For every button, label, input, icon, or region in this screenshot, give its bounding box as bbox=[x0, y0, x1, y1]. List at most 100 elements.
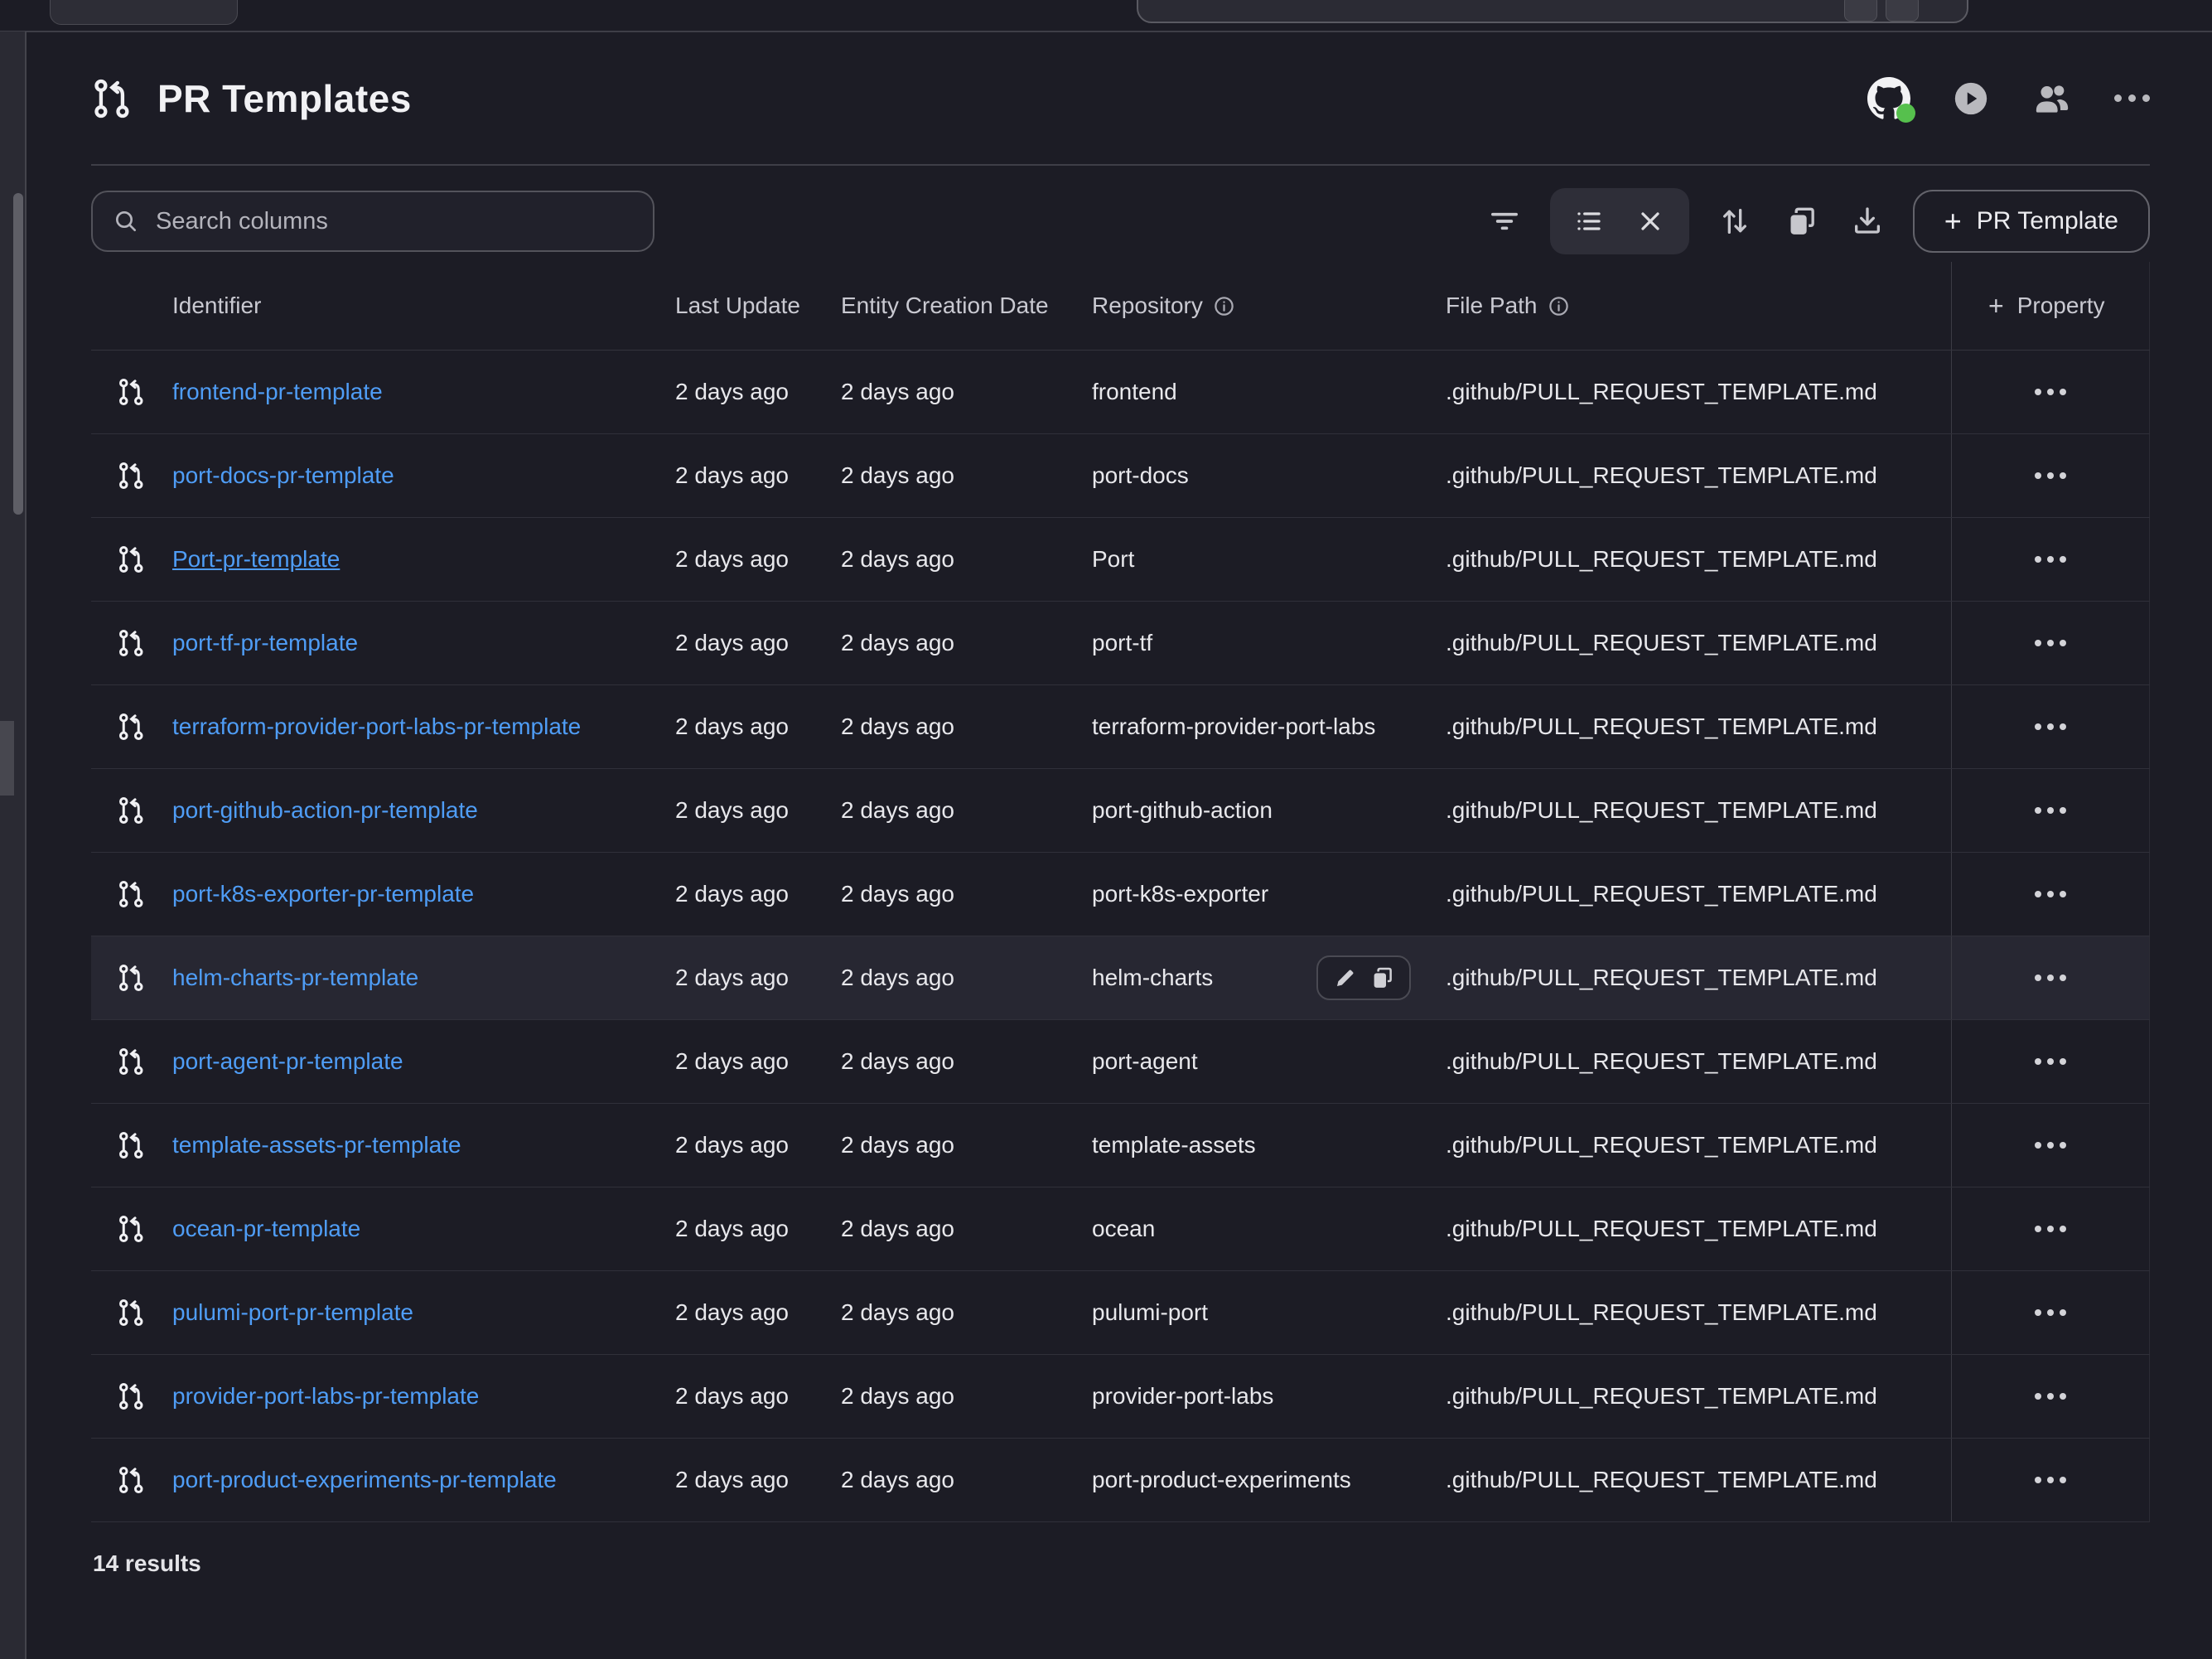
identifier-link[interactable]: port-tf-pr-template bbox=[172, 630, 358, 655]
top-tab[interactable] bbox=[50, 0, 238, 25]
filter-button[interactable] bbox=[1484, 201, 1525, 242]
collapsed-panel-handle[interactable] bbox=[0, 721, 14, 796]
column-header-last-update[interactable]: Last Update bbox=[675, 293, 841, 319]
search-columns-input[interactable] bbox=[154, 207, 633, 236]
column-header-file-path[interactable]: File Path bbox=[1446, 293, 1951, 319]
table-row[interactable]: helm-charts-pr-template 2 days ago 2 day… bbox=[91, 936, 2150, 1020]
scrollbar-thumb[interactable] bbox=[13, 193, 23, 515]
table-row[interactable]: terraform-provider-port-labs-pr-template… bbox=[91, 685, 2150, 769]
pull-request-icon bbox=[117, 377, 147, 407]
identifier-link[interactable]: pulumi-port-pr-template bbox=[172, 1299, 413, 1325]
download-button[interactable] bbox=[1847, 201, 1888, 242]
identifier-link[interactable]: frontend-pr-template bbox=[172, 379, 383, 404]
row-more-button[interactable] bbox=[2026, 1468, 2074, 1492]
identifier-link[interactable]: ocean-pr-template bbox=[172, 1216, 360, 1241]
row-more-button[interactable] bbox=[2026, 548, 2074, 571]
table-row[interactable]: provider-port-labs-pr-template 2 days ag… bbox=[91, 1355, 2150, 1439]
search-columns-box[interactable] bbox=[91, 191, 654, 252]
entity-creation-cell: 2 days ago bbox=[841, 1299, 1092, 1326]
file-path-cell: .github/PULL_REQUEST_TEMPLATE.md bbox=[1446, 965, 1951, 991]
file-path-cell: .github/PULL_REQUEST_TEMPLATE.md bbox=[1446, 1216, 1951, 1242]
add-pr-template-button[interactable]: + PR Template bbox=[1913, 190, 2150, 253]
repository-value: pulumi-port bbox=[1092, 1299, 1208, 1326]
repository-value: helm-charts bbox=[1092, 965, 1213, 991]
last-update-cell: 2 days ago bbox=[675, 965, 841, 991]
pull-request-icon bbox=[117, 879, 147, 909]
info-icon bbox=[1213, 295, 1235, 317]
row-more-button[interactable] bbox=[2026, 1050, 2074, 1073]
repository-cell: ocean bbox=[1092, 1216, 1446, 1242]
file-path-cell: .github/PULL_REQUEST_TEMPLATE.md bbox=[1446, 379, 1951, 405]
file-path-cell: .github/PULL_REQUEST_TEMPLATE.md bbox=[1446, 1299, 1951, 1326]
list-view-button[interactable] bbox=[1568, 201, 1610, 242]
top-chrome-strip bbox=[0, 0, 2212, 32]
row-more-button[interactable] bbox=[2026, 1301, 2074, 1324]
page-header: PR Templates bbox=[91, 32, 2150, 166]
pull-request-icon bbox=[117, 1298, 147, 1328]
column-header-identifier[interactable]: Identifier bbox=[172, 293, 675, 319]
identifier-link[interactable]: port-k8s-exporter-pr-template bbox=[172, 881, 474, 907]
row-more-button[interactable] bbox=[2026, 1385, 2074, 1408]
table-row[interactable]: port-k8s-exporter-pr-template 2 days ago… bbox=[91, 853, 2150, 936]
last-update-cell: 2 days ago bbox=[675, 713, 841, 740]
run-icon[interactable] bbox=[1952, 80, 1990, 118]
copy-table-button[interactable] bbox=[1780, 201, 1822, 242]
row-more-button[interactable] bbox=[2026, 1134, 2074, 1157]
table-row[interactable]: port-docs-pr-template 2 days ago 2 days … bbox=[91, 434, 2150, 518]
file-path-cell: .github/PULL_REQUEST_TEMPLATE.md bbox=[1446, 546, 1951, 573]
users-icon[interactable] bbox=[2031, 78, 2073, 119]
sort-button[interactable] bbox=[1714, 201, 1756, 242]
table-row[interactable]: port-agent-pr-template 2 days ago 2 days… bbox=[91, 1020, 2150, 1104]
row-more-button[interactable] bbox=[2026, 380, 2074, 404]
add-property-label: Property bbox=[2017, 293, 2105, 319]
global-search-bar[interactable] bbox=[1137, 0, 1968, 23]
copy-icon[interactable] bbox=[1369, 965, 1394, 990]
pull-request-icon bbox=[117, 1047, 147, 1076]
identifier-link[interactable]: port-product-experiments-pr-template bbox=[172, 1467, 557, 1492]
row-more-button[interactable] bbox=[2026, 715, 2074, 738]
sort-icon bbox=[1718, 205, 1751, 238]
repository-value: ocean bbox=[1092, 1216, 1155, 1242]
repository-cell: port-tf bbox=[1092, 630, 1446, 656]
identifier-link[interactable]: port-agent-pr-template bbox=[172, 1048, 403, 1074]
identifier-link[interactable]: Port-pr-template bbox=[172, 546, 340, 572]
file-path-cell: .github/PULL_REQUEST_TEMPLATE.md bbox=[1446, 1383, 1951, 1410]
row-more-button[interactable] bbox=[2026, 966, 2074, 989]
identifier-link[interactable]: port-github-action-pr-template bbox=[172, 797, 478, 823]
row-more-button[interactable] bbox=[2026, 1217, 2074, 1241]
row-more-button[interactable] bbox=[2026, 883, 2074, 906]
pull-request-icon bbox=[117, 628, 147, 658]
row-more-button[interactable] bbox=[2026, 799, 2074, 822]
add-property-button[interactable]: + Property bbox=[1951, 262, 2150, 350]
entity-creation-cell: 2 days ago bbox=[841, 630, 1092, 656]
column-header-repository[interactable]: Repository bbox=[1092, 293, 1446, 319]
column-header-entity-creation-date[interactable]: Entity Creation Date bbox=[841, 293, 1092, 319]
table-row[interactable]: Port-pr-template 2 days ago 2 days ago P… bbox=[91, 518, 2150, 602]
entity-creation-cell: 2 days ago bbox=[841, 1216, 1092, 1242]
table-row[interactable]: frontend-pr-template 2 days ago 2 days a… bbox=[91, 351, 2150, 434]
file-path-cell: .github/PULL_REQUEST_TEMPLATE.md bbox=[1446, 1132, 1951, 1158]
edit-icon[interactable] bbox=[1333, 965, 1358, 990]
identifier-link[interactable]: template-assets-pr-template bbox=[172, 1132, 461, 1158]
pull-request-icon bbox=[117, 796, 147, 825]
identifier-link[interactable]: provider-port-labs-pr-template bbox=[172, 1383, 479, 1409]
table-row[interactable]: ocean-pr-template 2 days ago 2 days ago … bbox=[91, 1187, 2150, 1271]
row-more-button[interactable] bbox=[2026, 631, 2074, 655]
identifier-link[interactable]: helm-charts-pr-template bbox=[172, 965, 418, 990]
github-status-icon[interactable] bbox=[1867, 77, 1910, 120]
more-options-icon[interactable] bbox=[2114, 94, 2150, 102]
row-more-button[interactable] bbox=[2026, 464, 2074, 487]
repository-value: port-product-experiments bbox=[1092, 1467, 1351, 1493]
file-path-cell: .github/PULL_REQUEST_TEMPLATE.md bbox=[1446, 630, 1951, 656]
table-row[interactable]: port-product-experiments-pr-template 2 d… bbox=[91, 1439, 2150, 1522]
identifier-link[interactable]: terraform-provider-port-labs-pr-template bbox=[172, 713, 581, 739]
table-row[interactable]: port-github-action-pr-template 2 days ag… bbox=[91, 769, 2150, 853]
clear-view-button[interactable] bbox=[1630, 201, 1671, 242]
table-row[interactable]: pulumi-port-pr-template 2 days ago 2 day… bbox=[91, 1271, 2150, 1355]
screen: { "page": { "title": "PR Templates", "re… bbox=[0, 0, 2212, 1659]
last-update-cell: 2 days ago bbox=[675, 1216, 841, 1242]
table-row[interactable]: template-assets-pr-template 2 days ago 2… bbox=[91, 1104, 2150, 1187]
identifier-link[interactable]: port-docs-pr-template bbox=[172, 462, 394, 488]
toolbar: + PR Template bbox=[91, 188, 2150, 254]
table-row[interactable]: port-tf-pr-template 2 days ago 2 days ag… bbox=[91, 602, 2150, 685]
